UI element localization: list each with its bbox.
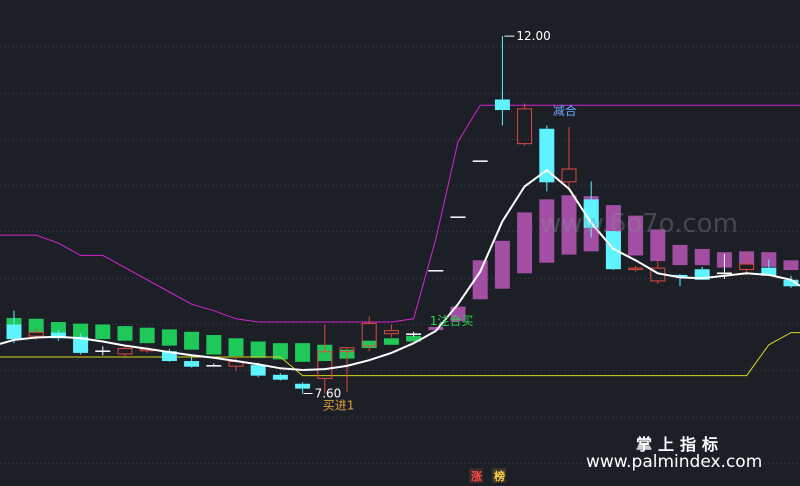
- momentum-bar: [95, 324, 111, 340]
- candle-body: [272, 374, 288, 380]
- badge-bang: 榜: [494, 469, 505, 483]
- momentum-bar: [139, 327, 155, 344]
- candle-body: [472, 160, 488, 162]
- candle-body: [406, 333, 422, 335]
- site-watermark: www.palmindex.com: [586, 452, 762, 472]
- candlestick-chart: 12.00 7.60 买进1 1注合买 减合 www.6o7o.com 掌上指标…: [0, 0, 800, 486]
- momentum-bar: [184, 331, 200, 350]
- momentum-bar: [161, 329, 177, 346]
- momentum-bar: [250, 341, 266, 358]
- momentum-bar: [206, 335, 222, 355]
- badge-zhang: 涨: [471, 469, 482, 483]
- momentum-bar: [117, 326, 133, 341]
- momentum-bar: [672, 244, 688, 266]
- momentum-bar: [295, 343, 311, 362]
- candle-body: [6, 324, 22, 340]
- candle-body: [428, 270, 444, 272]
- momentum-bar: [383, 338, 399, 345]
- candle-body: [250, 365, 266, 376]
- candle-body: [95, 350, 111, 352]
- momentum-bar: [228, 338, 244, 357]
- momentum-bar: [694, 248, 710, 266]
- buy-signal-label: 买进1: [323, 399, 355, 413]
- candle-body: [450, 216, 466, 218]
- chart-background: [0, 0, 800, 486]
- candle-body: [716, 272, 732, 275]
- candle-body: [295, 383, 311, 389]
- momentum-bar: [517, 212, 533, 274]
- candle-body: [494, 99, 510, 111]
- candle-body: [184, 361, 200, 367]
- candle-body: [206, 365, 222, 367]
- momentum-bar: [783, 260, 799, 271]
- high-label: 12.00: [516, 29, 550, 43]
- faded-watermark: www.6o7o.com: [540, 209, 738, 239]
- momentum-bar: [494, 240, 510, 289]
- add-signal-label: 1注合买: [430, 313, 474, 328]
- reduce-signal-label: 减合: [553, 103, 577, 118]
